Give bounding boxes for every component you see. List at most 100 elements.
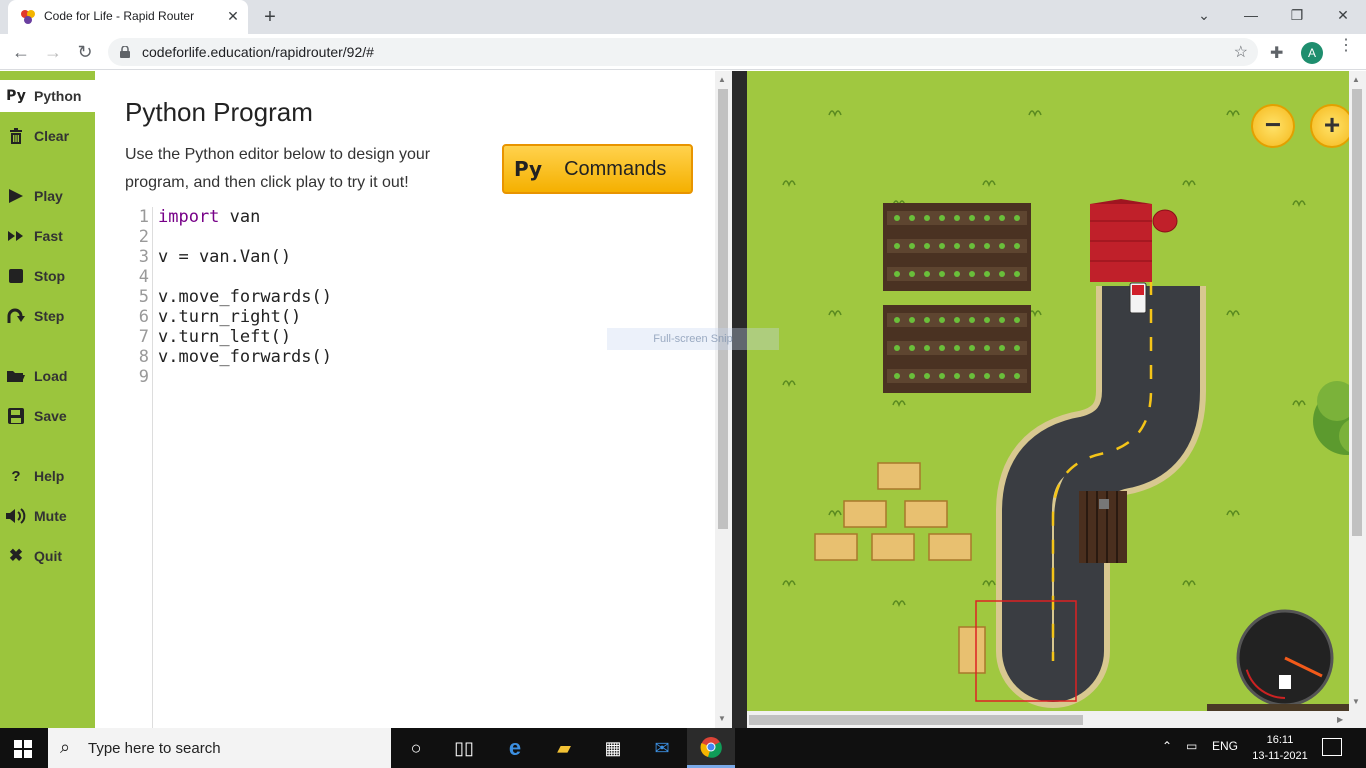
code-line[interactable]: v.move_forwards() bbox=[158, 347, 332, 367]
line-number: 4 bbox=[138, 267, 149, 287]
sidebar-item-mute[interactable]: Mute bbox=[0, 500, 95, 532]
sidebar-item-stop[interactable]: Stop bbox=[0, 260, 95, 292]
scroll-down-icon[interactable]: ▼ bbox=[718, 714, 726, 723]
windows-taskbar: ⌕ Type here to search ○ ▯▯ e ▰ ▦ ✉ ⌃ ▭ E… bbox=[0, 728, 1366, 768]
tray-overflow-icon[interactable]: ⌃ bbox=[1162, 739, 1172, 753]
code-for-life-favicon bbox=[21, 10, 35, 24]
extensions-icon[interactable]: ✚ bbox=[1270, 43, 1283, 63]
sidebar-item-save[interactable]: Save bbox=[0, 400, 95, 432]
cortana-icon[interactable]: ○ bbox=[392, 728, 440, 768]
bookmark-star-icon[interactable]: ☆ bbox=[1234, 42, 1248, 62]
sidebar-item-label: Stop bbox=[34, 268, 66, 284]
panel-divider[interactable] bbox=[732, 71, 747, 728]
code-line[interactable]: v = van.Van() bbox=[158, 247, 291, 267]
sidebar-item-fast[interactable]: Fast bbox=[0, 220, 95, 252]
sidebar-item-label: Load bbox=[34, 368, 68, 384]
back-icon[interactable]: ← bbox=[8, 39, 34, 65]
tab-search-icon[interactable]: ⌄ bbox=[1190, 4, 1218, 26]
windows-start-icon[interactable] bbox=[14, 740, 32, 758]
new-tab-icon[interactable]: + bbox=[258, 6, 282, 30]
chrome-icon[interactable] bbox=[687, 728, 735, 768]
line-number: 5 bbox=[138, 287, 149, 307]
address-bar[interactable]: codeforlife.education/rapidrouter/92/# ☆ bbox=[108, 38, 1258, 66]
python-editor-panel: Python Program Use the Python editor bel… bbox=[95, 71, 715, 728]
editor-scrollbar[interactable]: ▲ ▼ bbox=[715, 71, 732, 728]
clock[interactable]: 16:11 13-11-2021 bbox=[1250, 732, 1310, 764]
speaker-icon bbox=[6, 506, 26, 526]
browser-tab[interactable]: Code for Life - Rapid Router ✕ bbox=[8, 0, 248, 34]
line-number: 2 bbox=[138, 227, 149, 247]
reload-icon[interactable]: ↻ bbox=[72, 39, 98, 65]
line-number-gutter: 1 2 3 4 5 6 7 8 9 bbox=[125, 207, 153, 728]
scroll-right-icon[interactable]: ▶ bbox=[1337, 715, 1343, 724]
code-editor[interactable]: 1 2 3 4 5 6 7 8 9 import van v = van.Van… bbox=[125, 207, 715, 728]
close-tab-icon[interactable]: ✕ bbox=[224, 7, 242, 25]
url-text: codeforlife.education/rapidrouter/92/# bbox=[142, 44, 374, 60]
sidebar-item-python[interactable]: Py Python bbox=[0, 80, 95, 112]
level-sidebar: Py Python Clear Play Fast Stop Step Load… bbox=[0, 71, 95, 728]
network-icon[interactable]: ▭ bbox=[1186, 739, 1197, 753]
scrollbar-thumb[interactable] bbox=[1352, 89, 1362, 536]
code-line[interactable]: v.move_forwards() bbox=[158, 287, 332, 307]
notifications-icon[interactable] bbox=[1322, 738, 1342, 756]
line-number: 6 bbox=[138, 307, 149, 327]
scrollbar-thumb[interactable] bbox=[749, 715, 1083, 725]
line-number: 8 bbox=[138, 347, 149, 367]
snip-overlay: Full-screen Snip bbox=[607, 328, 779, 350]
sidebar-item-label: Step bbox=[34, 308, 65, 324]
code-line[interactable]: import van bbox=[158, 207, 260, 227]
sidebar-item-label: Fast bbox=[34, 228, 63, 244]
sidebar-item-play[interactable]: Play bbox=[0, 180, 95, 212]
sidebar-item-clear[interactable]: Clear bbox=[0, 120, 95, 152]
scroll-down-icon[interactable]: ▼ bbox=[1352, 697, 1360, 706]
mail-icon[interactable]: ✉ bbox=[638, 728, 686, 768]
minimize-icon[interactable]: — bbox=[1237, 4, 1265, 26]
browser-menu-icon[interactable]: ⋮ bbox=[1338, 38, 1354, 54]
scroll-up-icon[interactable]: ▲ bbox=[1352, 75, 1360, 84]
edge-icon[interactable]: e bbox=[491, 728, 539, 768]
close-window-icon[interactable]: ✕ bbox=[1329, 4, 1357, 26]
road bbox=[996, 281, 1206, 708]
line-number: 7 bbox=[138, 327, 149, 347]
page-title: Python Program bbox=[125, 97, 313, 127]
game-canvas[interactable]: − + bbox=[747, 71, 1366, 728]
sidebar-item-step[interactable]: Step bbox=[0, 300, 95, 332]
quit-icon: ✖ bbox=[8, 546, 24, 565]
store-icon[interactable]: ▦ bbox=[589, 728, 637, 768]
line-number: 1 bbox=[138, 207, 149, 227]
browser-toolbar: ← → ↻ codeforlife.education/rapidrouter/… bbox=[0, 34, 1366, 70]
zoom-in-button[interactable]: + bbox=[1310, 104, 1354, 148]
code-text: van bbox=[219, 207, 261, 227]
game-vertical-scrollbar[interactable]: ▲ ▼ bbox=[1349, 71, 1366, 711]
game-map bbox=[782, 110, 1366, 712]
scroll-up-icon[interactable]: ▲ bbox=[718, 75, 726, 84]
browser-tab-bar: Code for Life - Rapid Router ✕ + ⌄ — ❐ ✕ bbox=[0, 0, 1366, 34]
trash-icon bbox=[6, 126, 26, 146]
commands-button-label: Commands bbox=[564, 157, 667, 180]
forward-icon[interactable]: → bbox=[40, 39, 66, 65]
crop-field bbox=[883, 305, 1031, 393]
task-view-icon[interactable]: ▯▯ bbox=[440, 728, 488, 768]
code-line[interactable]: v.turn_right() bbox=[158, 307, 301, 327]
taskbar-search[interactable]: ⌕ Type here to search bbox=[48, 728, 391, 768]
file-explorer-icon[interactable]: ▰ bbox=[540, 728, 588, 768]
folder-icon bbox=[6, 366, 26, 386]
scrollbar-thumb[interactable] bbox=[718, 89, 728, 529]
help-icon: ? bbox=[11, 467, 21, 485]
code-line[interactable]: v.turn_left() bbox=[158, 327, 291, 347]
game-horizontal-scrollbar[interactable]: ▶ bbox=[747, 711, 1366, 728]
profile-avatar[interactable]: A bbox=[1301, 42, 1323, 64]
search-placeholder: Type here to search bbox=[88, 740, 221, 757]
rapid-router-page: Py Python Clear Play Fast Stop Step Load… bbox=[0, 71, 1366, 728]
restore-icon[interactable]: ❐ bbox=[1283, 4, 1311, 26]
commands-button[interactable]: Py Commands bbox=[502, 144, 693, 194]
fuel-gauge bbox=[1236, 609, 1334, 707]
sidebar-item-quit[interactable]: ✖ Quit bbox=[0, 540, 95, 572]
line-number: 9 bbox=[138, 367, 149, 387]
sidebar-item-help[interactable]: ? Help bbox=[0, 460, 95, 492]
play-icon bbox=[6, 186, 26, 206]
language-indicator[interactable]: ENG bbox=[1212, 739, 1238, 753]
zoom-out-button[interactable]: − bbox=[1251, 104, 1295, 148]
sidebar-item-load[interactable]: Load bbox=[0, 360, 95, 392]
step-icon bbox=[6, 306, 26, 326]
